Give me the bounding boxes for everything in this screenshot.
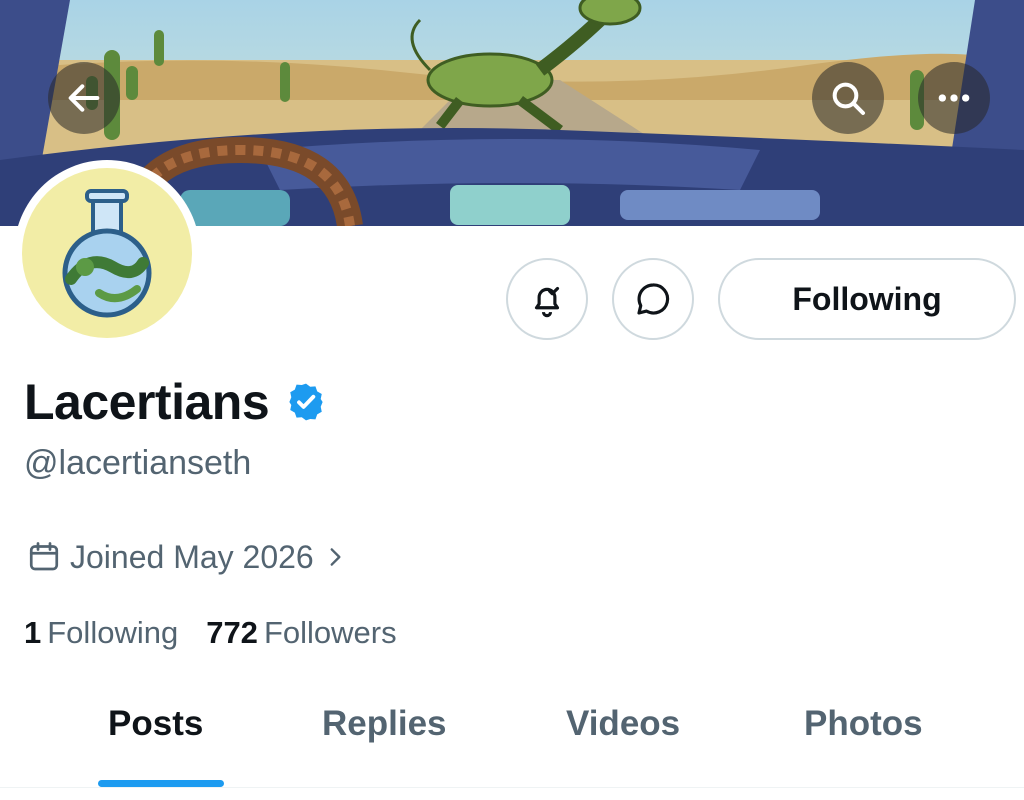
more-options-button[interactable] — [918, 62, 990, 134]
display-name: Lacertians — [24, 374, 270, 430]
tab-posts[interactable]: Posts — [108, 704, 203, 744]
chevron-right-icon — [330, 548, 341, 566]
arrow-left-icon — [68, 84, 100, 112]
followers-stat-label: Followers — [263, 615, 397, 650]
more-horizontal-icon — [938, 94, 970, 102]
notifications-button[interactable] — [506, 258, 588, 340]
joined-date-text: Joined May 2026 — [70, 538, 314, 575]
following-stat-link[interactable]: 1 Following — [24, 615, 178, 651]
tab-replies[interactable]: Replies — [322, 704, 447, 744]
calendar-icon — [29, 542, 59, 571]
avatar-image — [22, 168, 192, 338]
followers-count: 772 — [206, 615, 258, 650]
verified-badge-icon[interactable] — [285, 381, 327, 423]
message-button[interactable] — [612, 258, 694, 340]
search-icon — [832, 82, 865, 115]
following-button[interactable]: Following — [718, 258, 1016, 340]
following-stat-label: Following — [47, 615, 179, 650]
bell-check-icon — [534, 286, 560, 318]
profile-page: Following Lacertians @lacertianseth Join… — [0, 0, 1024, 800]
profile-avatar[interactable] — [14, 160, 200, 346]
followers-stat-link[interactable]: 772 Followers — [206, 615, 396, 651]
profile-tabs: Posts Replies Videos Photos — [0, 690, 1024, 800]
follow-stats: 1 Following 772 Followers — [24, 610, 397, 656]
following-count: 1 — [24, 615, 42, 650]
tab-photos[interactable]: Photos — [804, 704, 923, 744]
message-bubble-icon — [637, 283, 670, 315]
search-button[interactable] — [812, 62, 884, 134]
active-tab-indicator — [98, 780, 224, 787]
back-button[interactable] — [48, 62, 120, 134]
profile-name-row: Lacertians — [24, 372, 327, 432]
tabs-divider — [0, 787, 1024, 788]
joined-date-row[interactable]: Joined May 2026 — [26, 534, 348, 580]
tab-videos[interactable]: Videos — [566, 704, 680, 744]
profile-handle: @lacertianseth — [24, 444, 252, 482]
flask-lizard-icon — [62, 189, 152, 318]
